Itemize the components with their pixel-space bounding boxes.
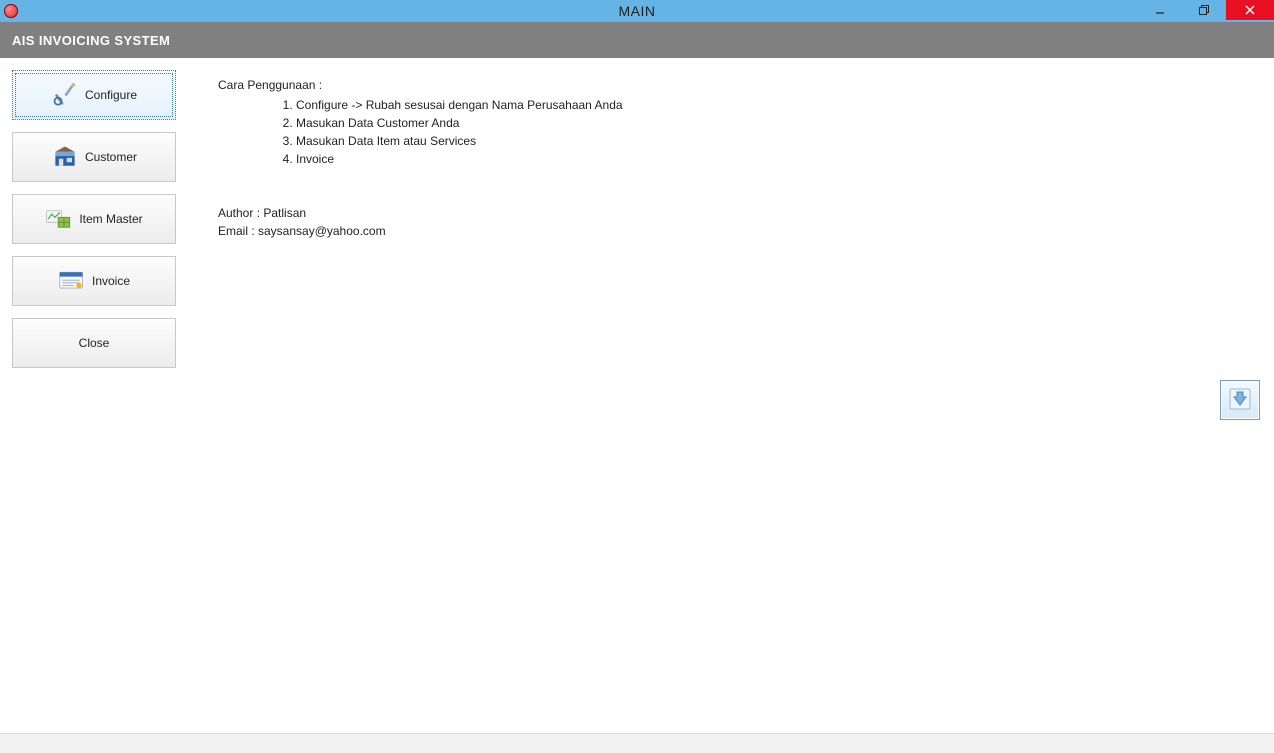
- usage-title: Cara Penggunaan :: [218, 76, 1244, 94]
- content-area: Cara Penggunaan : Configure -> Rubah ses…: [188, 58, 1274, 733]
- tools-icon: [51, 81, 79, 109]
- scroll-down-button[interactable]: [1220, 380, 1260, 420]
- itemmaster-label: Item Master: [79, 212, 142, 226]
- package-icon: [45, 205, 73, 233]
- email-line: Email : saysansay@yahoo.com: [218, 222, 1244, 240]
- close-app-button[interactable]: Close: [12, 318, 176, 368]
- invoice-button[interactable]: Invoice: [12, 256, 176, 306]
- invoice-icon: [58, 267, 86, 295]
- customer-label: Customer: [85, 150, 137, 164]
- menubar-title: AIS INVOICING SYSTEM: [12, 33, 170, 48]
- store-icon: [51, 143, 79, 171]
- configure-button[interactable]: Configure: [12, 70, 176, 120]
- usage-step: Invoice: [296, 150, 1244, 168]
- window-title: MAIN: [0, 3, 1274, 19]
- usage-step: Masukan Data Item atau Services: [296, 132, 1244, 150]
- app-icon: [4, 4, 18, 18]
- titlebar: MAIN: [0, 0, 1274, 22]
- window-controls: [1138, 0, 1274, 22]
- menubar: AIS INVOICING SYSTEM: [0, 22, 1274, 58]
- statusbar: [0, 733, 1274, 753]
- maximize-button[interactable]: [1182, 0, 1226, 20]
- arrow-down-icon: [1228, 387, 1252, 414]
- configure-label: Configure: [85, 88, 137, 102]
- author-line: Author : Patlisan: [218, 204, 1244, 222]
- itemmaster-button[interactable]: Item Master: [12, 194, 176, 244]
- close-button[interactable]: [1226, 0, 1274, 20]
- usage-steps: Configure -> Rubah sesusai dengan Nama P…: [296, 96, 1244, 168]
- workspace: Configure Customer: [0, 58, 1274, 733]
- usage-step: Configure -> Rubah sesusai dengan Nama P…: [296, 96, 1244, 114]
- sidebar: Configure Customer: [0, 58, 188, 733]
- customer-button[interactable]: Customer: [12, 132, 176, 182]
- close-label: Close: [79, 336, 110, 350]
- invoice-label: Invoice: [92, 274, 130, 288]
- minimize-button[interactable]: [1138, 0, 1182, 20]
- usage-step: Masukan Data Customer Anda: [296, 114, 1244, 132]
